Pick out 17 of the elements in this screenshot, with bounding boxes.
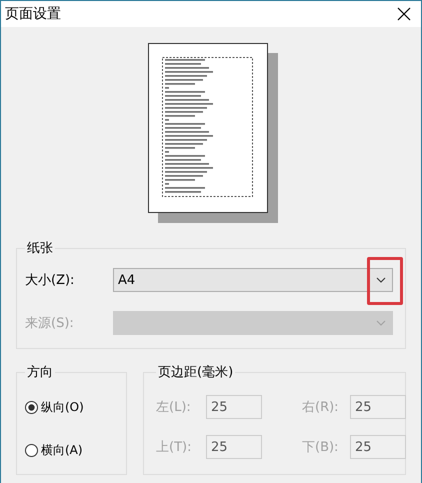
- field-label: 来源(S):: [25, 315, 75, 332]
- group-title: 方向: [26, 364, 54, 381]
- close-icon: [397, 7, 411, 21]
- close-button[interactable]: [395, 5, 413, 23]
- field-label: 上(T):: [156, 439, 192, 456]
- caret-icon: [376, 277, 386, 283]
- radio-option[interactable]: 横向(A): [25, 442, 122, 459]
- radio-option[interactable]: 纵向(O): [25, 399, 122, 416]
- group-title: 页边距(毫米): [157, 364, 234, 381]
- window-title: 页面设置: [5, 5, 61, 23]
- dropdown[interactable]: A4: [113, 268, 393, 292]
- field-label: 右(R):: [302, 399, 340, 416]
- caret-icon: [376, 320, 386, 326]
- field-label: 大小(Z):: [25, 272, 76, 289]
- field-label: 左(L):: [156, 399, 192, 416]
- field-label: 下(B):: [302, 439, 340, 456]
- group-title: 纸张: [26, 240, 54, 257]
